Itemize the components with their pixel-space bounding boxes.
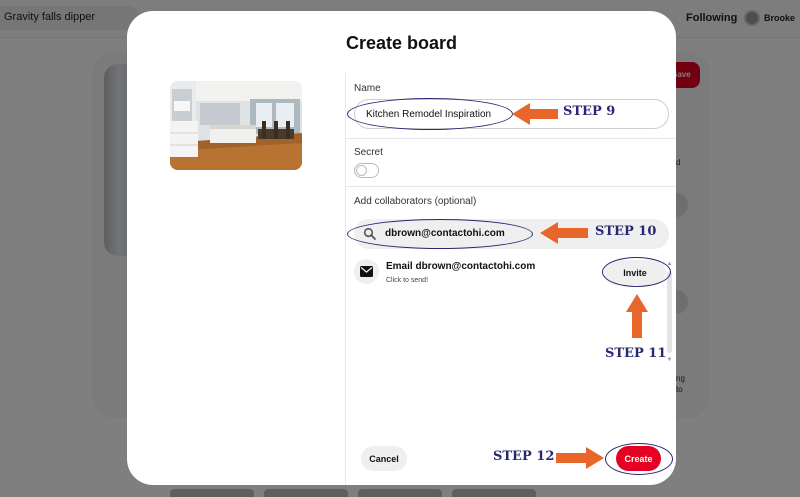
- collaborators-label: Add collaborators (optional): [354, 196, 477, 207]
- cancel-button[interactable]: Cancel: [361, 446, 407, 471]
- step9-label: STEP 9: [563, 104, 616, 119]
- step11-arrow-icon: [626, 294, 648, 338]
- email-icon-container: [354, 259, 379, 284]
- section-divider: [345, 138, 676, 139]
- step12-arrow-icon: [556, 447, 604, 469]
- create-button[interactable]: Create: [616, 446, 661, 471]
- create-board-dialog: Create board Name Kitchen Remodel Inspir…: [127, 11, 676, 485]
- result-subtitle: Click to send!: [386, 277, 429, 284]
- collaborators-value: dbrown@contactohi.com: [385, 228, 505, 239]
- envelope-icon: [360, 266, 373, 277]
- step11-label: STEP 11: [605, 346, 667, 361]
- result-title: Email dbrown@contactohi.com: [386, 261, 536, 272]
- scroll-down-icon[interactable]: ▼: [666, 357, 673, 363]
- results-scrollbar[interactable]: ▲ ▼: [666, 261, 673, 365]
- scroll-thumb[interactable]: [667, 271, 672, 353]
- scroll-up-icon[interactable]: ▲: [666, 261, 673, 267]
- toggle-knob: [356, 165, 367, 176]
- step9-arrow-icon: [512, 103, 558, 125]
- name-label: Name: [354, 83, 381, 94]
- section-divider: [345, 186, 676, 187]
- search-icon: [363, 227, 376, 240]
- step10-label: STEP 10: [595, 224, 657, 239]
- secret-toggle[interactable]: [354, 163, 379, 178]
- collaborator-result[interactable]: Email dbrown@contactohi.com Click to sen…: [354, 259, 666, 303]
- step10-arrow-icon: [540, 222, 588, 244]
- step12-label: STEP 12: [493, 449, 555, 464]
- invite-button[interactable]: Invite: [604, 260, 666, 285]
- secret-label: Secret: [354, 147, 383, 158]
- dialog-title: Create board: [345, 33, 458, 53]
- column-divider: [345, 73, 346, 485]
- board-cover-image: [170, 81, 302, 170]
